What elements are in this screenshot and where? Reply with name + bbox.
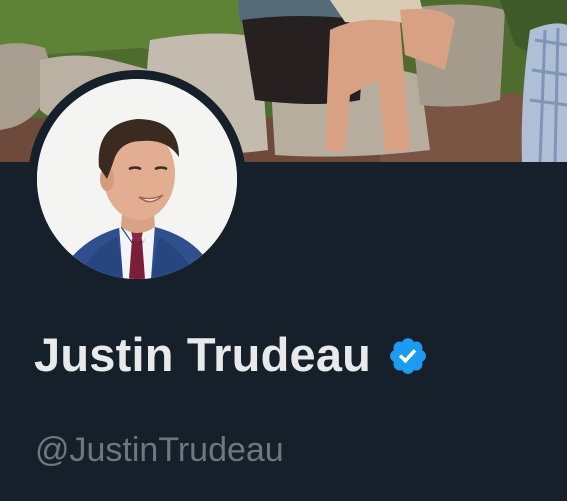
display-name: Justin Trudeau (34, 328, 372, 381)
profile-avatar[interactable] (28, 70, 246, 288)
profile-header: Justin Trudeau @JustinTrudeau (0, 0, 567, 501)
verified-badge-icon[interactable] (387, 335, 429, 377)
profile-handle: @JustinTrudeau (35, 431, 284, 469)
avatar-photo (37, 79, 237, 279)
profile-name-row: Justin Trudeau (34, 328, 429, 382)
